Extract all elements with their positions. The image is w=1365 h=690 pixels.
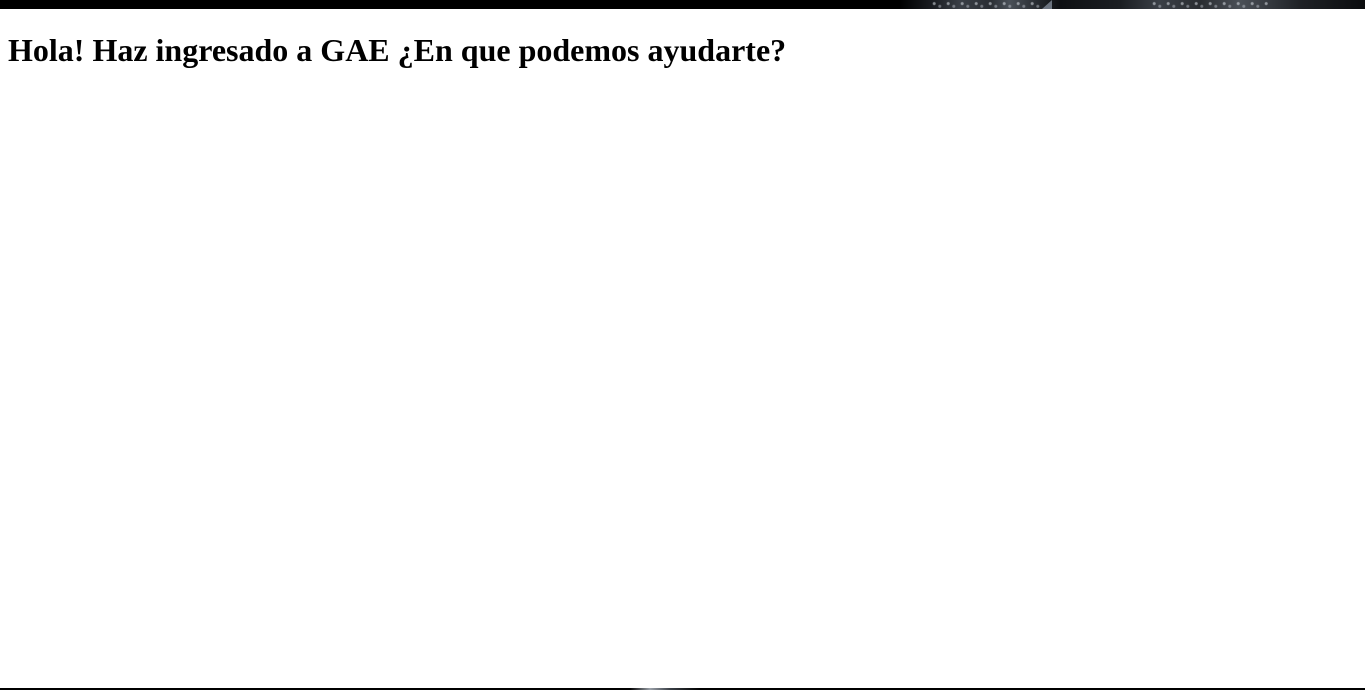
banner-graphic — [1042, 0, 1052, 9]
welcome-heading: Hola! Haz ingresado a GAE ¿En que podemo… — [8, 32, 787, 68]
header-banner-image — [0, 0, 1365, 9]
banner-texture — [930, 0, 1040, 9]
banner-texture — [1150, 0, 1270, 9]
